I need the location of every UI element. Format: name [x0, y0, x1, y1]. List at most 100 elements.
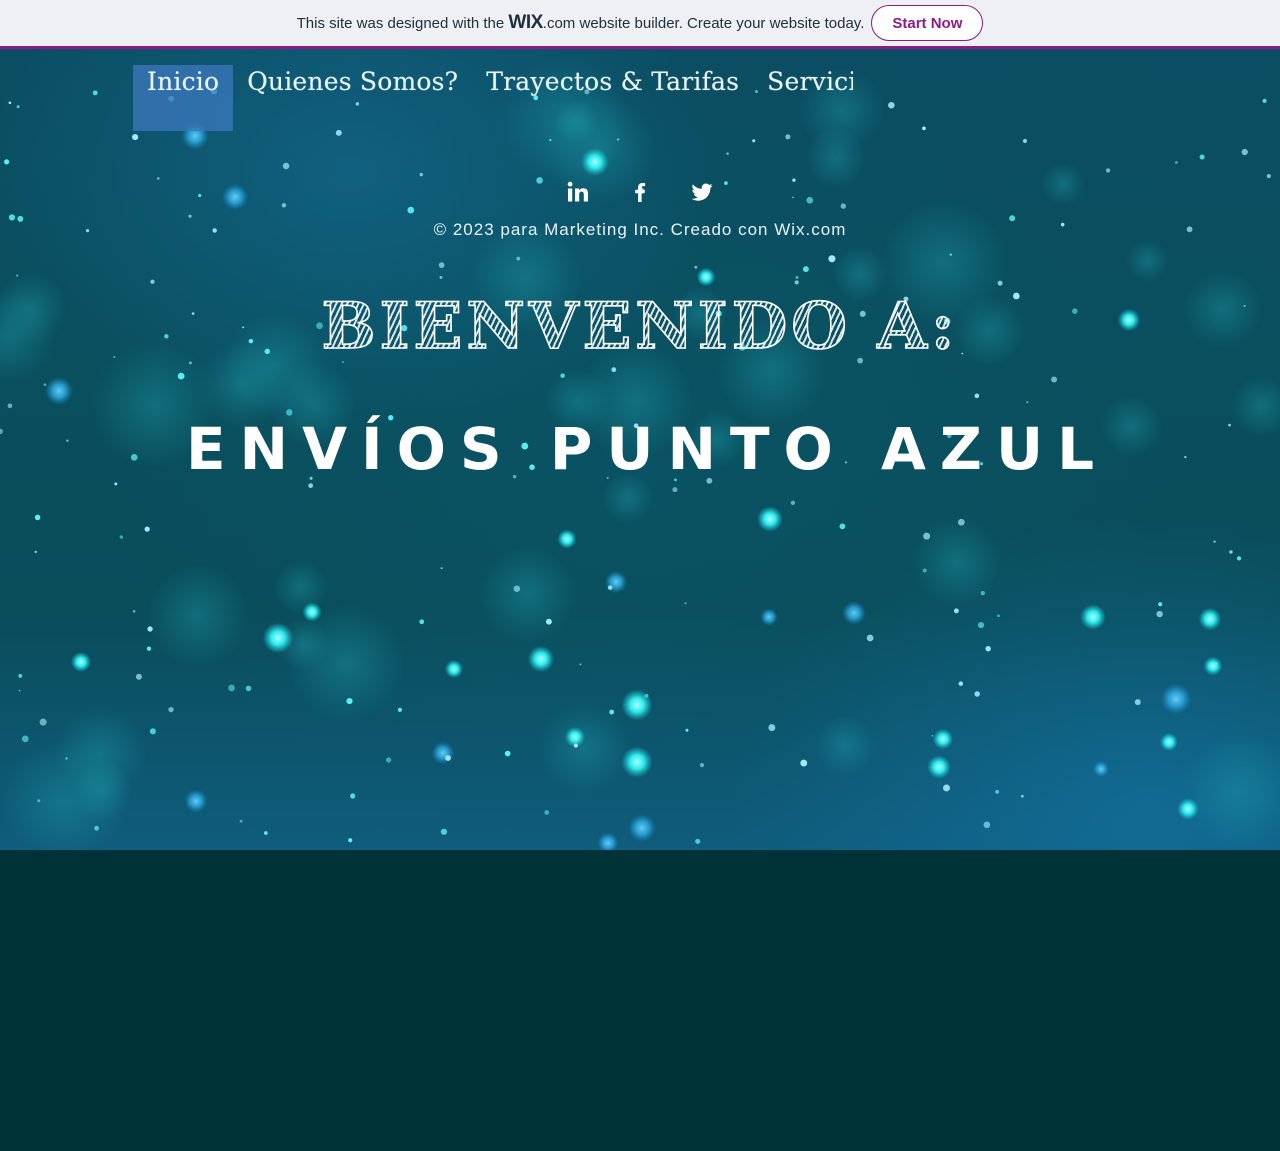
bokeh-dot	[685, 728, 689, 732]
bokeh-dot	[8, 101, 12, 105]
bokeh-dot	[16, 274, 19, 277]
bokeh-dot	[150, 279, 155, 284]
bokeh-dot	[1236, 556, 1242, 561]
bokeh-dot	[146, 646, 152, 651]
bokeh-dot	[974, 393, 980, 399]
nav-item-inicio[interactable]: Inicio	[133, 65, 234, 131]
bokeh-dot	[1160, 683, 1192, 715]
bokeh-dot	[1229, 550, 1233, 554]
bokeh-dot	[37, 799, 41, 803]
bokeh-dot	[985, 645, 991, 652]
bokeh-dot	[385, 757, 392, 763]
bokeh-dot	[92, 90, 98, 96]
bokeh-dot	[794, 280, 799, 285]
bokeh-dot	[931, 734, 934, 737]
bokeh-dot	[1080, 604, 1106, 630]
linkedin-icon[interactable]	[565, 179, 591, 205]
bokeh-dot	[44, 376, 74, 406]
bokeh-dot	[228, 684, 235, 692]
bokeh-dot	[34, 514, 41, 521]
bokeh-dot	[439, 275, 443, 279]
bokeh-dot	[65, 757, 68, 760]
bokeh-dot	[785, 134, 791, 140]
bokeh-dot	[1041, 162, 1085, 206]
bokeh-dot	[188, 214, 192, 218]
bokeh-dot	[560, 373, 565, 378]
bokeh-dot	[684, 602, 687, 605]
bokeh-dot	[1203, 656, 1223, 676]
bokeh-dot	[792, 196, 794, 199]
bokeh-dot	[1156, 610, 1163, 618]
wix-promo-banner: This site was designed with the WIX .com …	[0, 0, 1280, 49]
bokeh-dot	[579, 663, 582, 666]
bokeh-dot	[440, 567, 443, 570]
bokeh-dot	[348, 838, 353, 843]
bokeh-dot	[957, 518, 965, 526]
bokeh-dot	[828, 255, 836, 263]
copyright-text: © 2023 para Marketing Inc. Creado con Wi…	[433, 220, 847, 239]
brand-heading: ENVÍOS PUNTO AZUL	[185, 415, 1109, 483]
facebook-icon[interactable]	[627, 179, 653, 205]
bokeh-dot	[4, 159, 10, 165]
bokeh-dot	[1022, 138, 1028, 144]
bokeh-dot	[814, 715, 876, 776]
welcome-heading: BIENVENIDO A:	[0, 288, 1280, 365]
bokeh-dot	[7, 403, 13, 409]
start-now-button[interactable]: Start Now	[871, 5, 984, 41]
bokeh-dot	[282, 162, 290, 170]
wix-logo: WIX	[508, 12, 543, 34]
bokeh-dot	[696, 267, 716, 287]
bokeh-dot	[445, 755, 451, 761]
bokeh-dot	[694, 265, 698, 269]
bokeh-dot	[726, 152, 729, 155]
bokeh-dot	[842, 601, 866, 625]
bokeh-dot	[1262, 98, 1267, 103]
bokeh-dot	[273, 560, 329, 615]
bokeh-dot	[1213, 540, 1216, 543]
bokeh-dot	[997, 614, 1000, 618]
nav-item-quienes-somos[interactable]: Quienes Somos?	[233, 65, 472, 131]
bokeh-dot	[943, 784, 950, 792]
bokeh-dot	[397, 707, 402, 712]
bokeh-dot	[911, 516, 1002, 607]
bokeh-dot	[806, 196, 814, 204]
bokeh-dot	[1158, 602, 1163, 607]
bokeh-dot	[621, 689, 653, 721]
bokeh-dot	[581, 148, 609, 176]
bokeh-dot	[888, 101, 895, 109]
bokeh-dot	[757, 506, 783, 532]
social-bar	[565, 177, 715, 207]
bokeh-dot	[177, 372, 185, 380]
bokeh-dot	[1020, 794, 1024, 798]
bokeh-dot	[1198, 607, 1222, 631]
nav-item-servicios-empresariales[interactable]: Servicios Empresariales	[753, 65, 853, 131]
bokeh-dot	[18, 673, 23, 678]
bokeh-dot	[958, 681, 964, 686]
bokeh-dot	[1126, 239, 1169, 282]
bokeh-dot	[974, 691, 980, 697]
bokeh-dot	[545, 618, 552, 625]
wix-logo-main: WIX	[508, 12, 543, 33]
bokeh-dot	[119, 535, 124, 539]
twitter-icon[interactable]	[689, 179, 715, 205]
bokeh-dot	[419, 172, 423, 177]
bokeh-dot	[557, 529, 577, 549]
bokeh-dot	[16, 105, 20, 109]
bokeh-dot	[800, 759, 808, 767]
bokeh-dot	[536, 177, 543, 184]
bokeh-dot	[407, 206, 415, 214]
bokeh-dot	[438, 262, 445, 268]
bokeh-dot	[1105, 168, 1111, 173]
bokeh-dot	[70, 651, 92, 673]
lower-page-area	[0, 850, 1280, 1151]
bokeh-dot	[135, 673, 142, 680]
nav-item-trayectos-tarifas[interactable]: Trayectos & Tarifas	[472, 65, 753, 131]
bokeh-dot	[156, 177, 160, 180]
bokeh-dot	[144, 526, 150, 532]
bokeh-dot	[516, 256, 521, 261]
bokeh-dot	[752, 139, 756, 143]
bokeh-dot	[147, 626, 153, 632]
bokeh-dot	[18, 689, 21, 692]
bokeh-dot	[609, 709, 615, 715]
bokeh-dot	[983, 821, 991, 829]
